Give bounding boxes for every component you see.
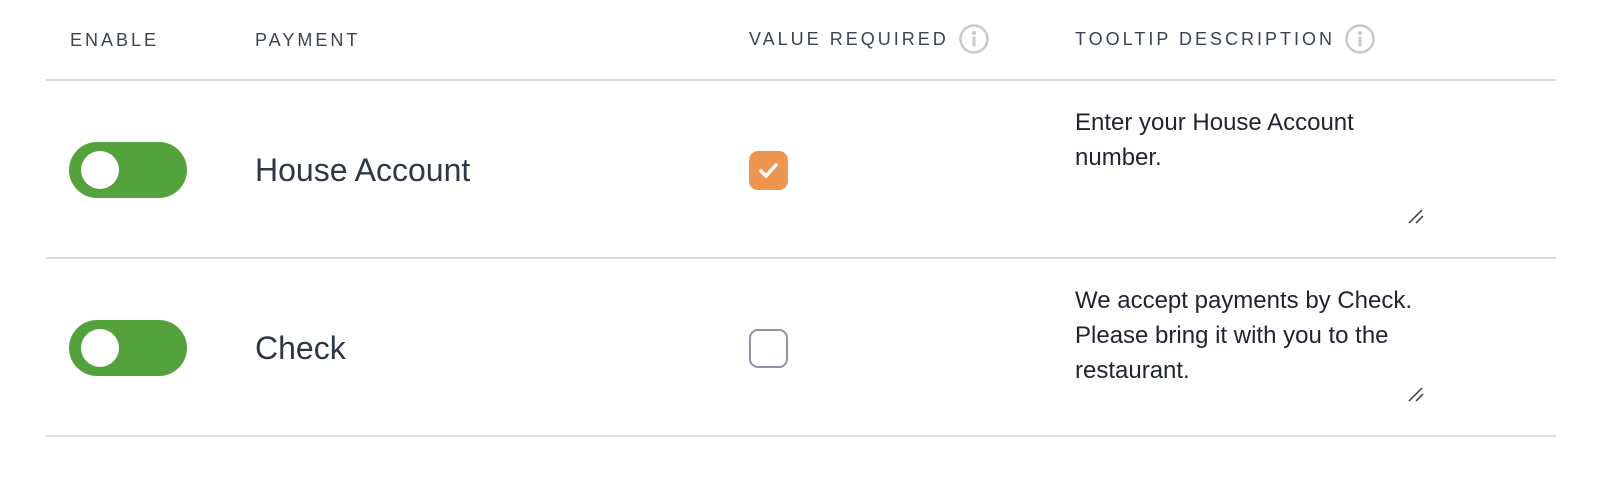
payment-name: Check [255, 330, 346, 366]
header-enable: ENABLE [70, 30, 159, 51]
header-value-required: VALUE REQUIRED [749, 24, 989, 54]
header-enable-label: ENABLE [70, 30, 160, 50]
tooltip-description-textarea[interactable]: Enter your House Account number. [1075, 105, 1435, 235]
value-required-checkbox[interactable] [749, 151, 788, 190]
value-required-checkbox[interactable] [749, 329, 788, 368]
resize-handle-icon[interactable] [1406, 206, 1426, 226]
enable-toggle[interactable] [69, 142, 187, 198]
header-payment-label: PAYMENT [255, 30, 361, 50]
info-icon[interactable] [1345, 24, 1375, 54]
toggle-knob [81, 151, 119, 189]
table-row: Check We accept payments by Check. Pleas… [46, 259, 1556, 437]
toggle-knob [81, 329, 119, 367]
enable-toggle[interactable] [69, 320, 187, 376]
header-tooltip-description-label: TOOLTIP DESCRIPTION [1075, 28, 1336, 49]
header-tooltip-description: TOOLTIP DESCRIPTION [1075, 24, 1375, 54]
header-value-required-label: VALUE REQUIRED [749, 28, 949, 49]
table-row: House Account Enter your House Account n… [46, 81, 1556, 259]
payment-settings-table: ENABLE PAYMENT VALUE REQUIRED TOOLTIP DE… [46, 0, 1556, 480]
resize-handle-icon[interactable] [1406, 384, 1426, 404]
tooltip-description-textarea[interactable]: We accept payments by Check. Please brin… [1075, 283, 1435, 413]
info-icon[interactable] [958, 24, 989, 54]
table-header: ENABLE PAYMENT VALUE REQUIRED TOOLTIP DE… [46, 0, 1556, 81]
checkmark-icon [759, 163, 778, 178]
payment-name: House Account [255, 152, 471, 188]
header-payment: PAYMENT [255, 30, 360, 51]
